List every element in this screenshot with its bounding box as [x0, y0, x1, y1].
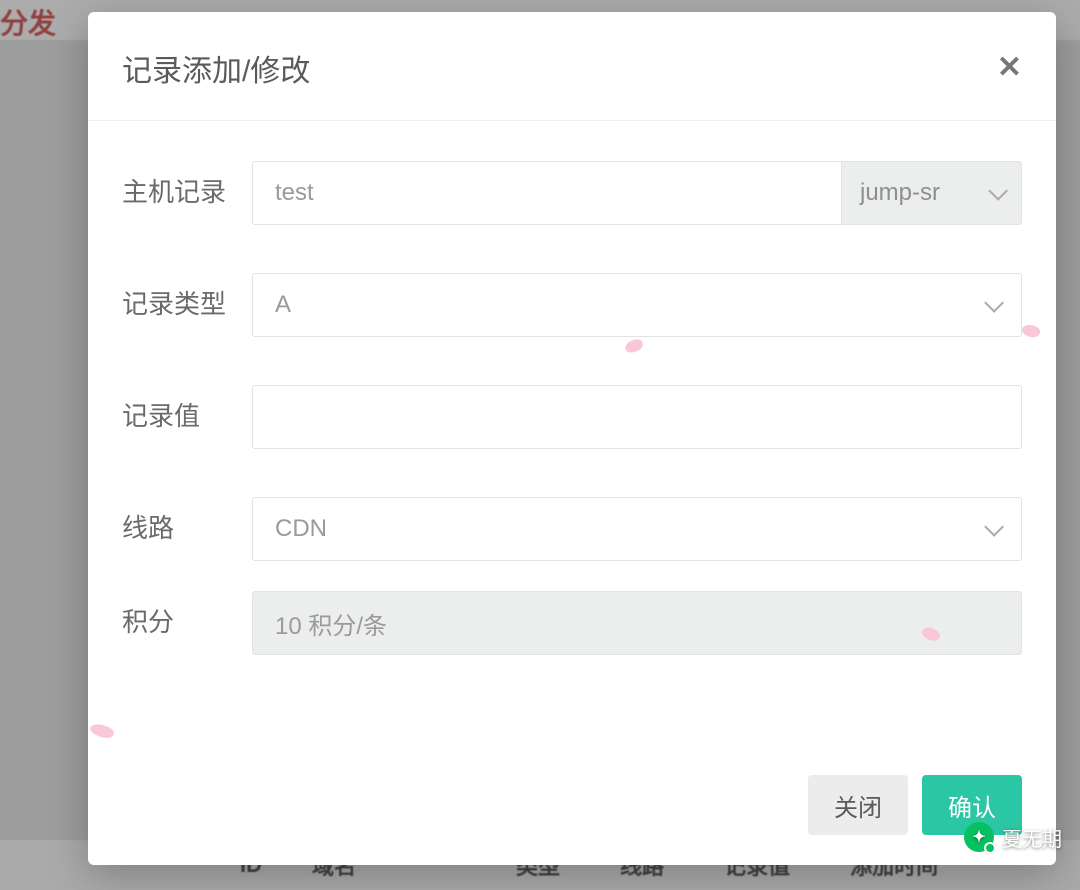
points-readonly: 10 积分/条: [252, 591, 1022, 655]
row-line: 线路 CDN: [122, 497, 1022, 561]
record-type-value: A: [275, 291, 291, 319]
label-host-record: 主机记录: [122, 161, 252, 212]
record-type-select[interactable]: A: [252, 273, 1022, 337]
label-line: 线路: [122, 497, 252, 548]
suffix-value: jump-sr: [860, 179, 940, 207]
wechat-icon: ✦: [964, 822, 994, 852]
modal-body: 主机记录 jump-sr 记录类型 A 记录值: [88, 121, 1056, 757]
label-record-value: 记录值: [122, 385, 252, 436]
record-value-input[interactable]: [252, 385, 1022, 449]
watermark-text: 夏无期: [1002, 823, 1062, 852]
row-points: 积分 10 积分/条: [122, 591, 1022, 655]
chevron-down-icon: [984, 517, 1004, 537]
close-icon[interactable]: ✕: [997, 53, 1022, 83]
label-points: 积分: [122, 591, 252, 642]
record-modal: 记录添加/修改 ✕ 主机记录 jump-sr 记录类型 A: [88, 12, 1056, 865]
host-record-suffix-select[interactable]: jump-sr: [842, 161, 1022, 225]
chevron-down-icon: [984, 293, 1004, 313]
row-host-record: 主机记录 jump-sr: [122, 161, 1022, 225]
modal-title: 记录添加/修改: [122, 46, 310, 90]
line-select[interactable]: CDN: [252, 497, 1022, 561]
host-record-input[interactable]: [252, 161, 842, 225]
modal-footer: 关闭 确认: [88, 757, 1056, 865]
modal-header: 记录添加/修改 ✕: [88, 12, 1056, 121]
chevron-down-icon: [988, 181, 1008, 201]
watermark: ✦ 夏无期: [964, 822, 1062, 852]
row-record-value: 记录值: [122, 385, 1022, 449]
cancel-button[interactable]: 关闭: [808, 775, 908, 835]
row-record-type: 记录类型 A: [122, 273, 1022, 337]
points-value: 10 积分/条: [275, 606, 387, 641]
line-value: CDN: [275, 515, 327, 543]
label-record-type: 记录类型: [122, 273, 252, 324]
